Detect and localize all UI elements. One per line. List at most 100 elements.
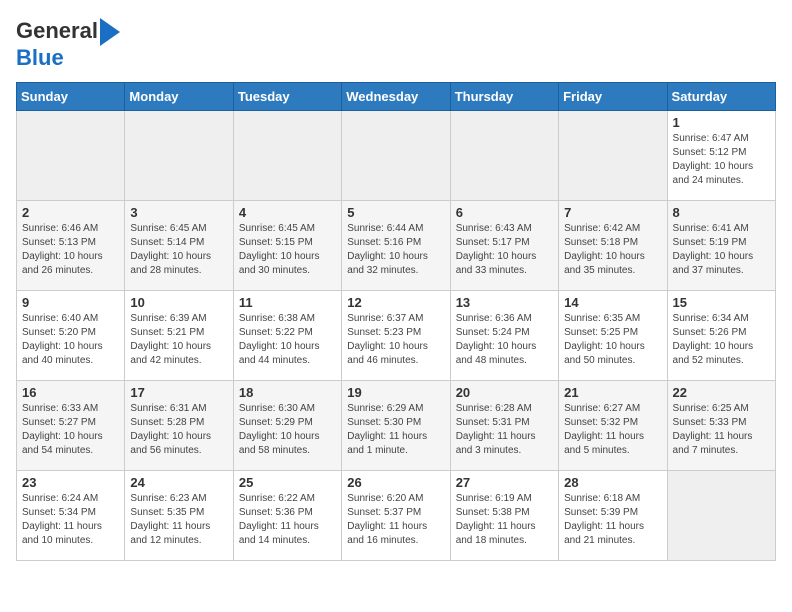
day-number: 13 [456, 295, 553, 310]
day-info: Sunrise: 6:35 AMSunset: 5:25 PMDaylight:… [564, 312, 661, 368]
day-info: Sunrise: 6:42 AMSunset: 5:18 PMDaylight:… [564, 222, 661, 278]
calendar-day-cell: 7 Sunrise: 6:42 AMSunset: 5:18 PMDaylight… [559, 201, 667, 291]
day-number: 20 [456, 385, 553, 400]
calendar-day-cell [667, 471, 775, 561]
calendar-day-cell: 20 Sunrise: 6:28 AMSunset: 5:31 PMDayligh… [450, 381, 558, 471]
day-info: Sunrise: 6:28 AMSunset: 5:31 PMDaylight:… [456, 402, 553, 458]
weekday-header-sunday: Sunday [17, 83, 125, 111]
day-number: 22 [673, 385, 770, 400]
day-number: 23 [22, 475, 119, 490]
weekday-header-row: SundayMondayTuesdayWednesdayThursdayFrid… [17, 83, 776, 111]
calendar-day-cell: 12 Sunrise: 6:37 AMSunset: 5:23 PMDayligh… [342, 291, 450, 381]
calendar-week-row: 9 Sunrise: 6:40 AMSunset: 5:20 PMDaylight… [17, 291, 776, 381]
day-number: 3 [130, 205, 227, 220]
calendar-day-cell: 18 Sunrise: 6:30 AMSunset: 5:29 PMDayligh… [233, 381, 341, 471]
weekday-header-tuesday: Tuesday [233, 83, 341, 111]
day-info: Sunrise: 6:44 AMSunset: 5:16 PMDaylight:… [347, 222, 444, 278]
day-info: Sunrise: 6:45 AMSunset: 5:14 PMDaylight:… [130, 222, 227, 278]
calendar-day-cell: 1 Sunrise: 6:47 AMSunset: 5:12 PMDaylight… [667, 111, 775, 201]
day-number: 28 [564, 475, 661, 490]
calendar-day-cell: 10 Sunrise: 6:39 AMSunset: 5:21 PMDayligh… [125, 291, 233, 381]
day-number: 19 [347, 385, 444, 400]
day-info: Sunrise: 6:33 AMSunset: 5:27 PMDaylight:… [22, 402, 119, 458]
calendar-week-row: 2 Sunrise: 6:46 AMSunset: 5:13 PMDaylight… [17, 201, 776, 291]
day-number: 15 [673, 295, 770, 310]
day-number: 17 [130, 385, 227, 400]
day-number: 2 [22, 205, 119, 220]
day-info: Sunrise: 6:30 AMSunset: 5:29 PMDaylight:… [239, 402, 336, 458]
calendar-day-cell: 14 Sunrise: 6:35 AMSunset: 5:25 PMDayligh… [559, 291, 667, 381]
day-number: 7 [564, 205, 661, 220]
calendar-day-cell [450, 111, 558, 201]
calendar-day-cell: 4 Sunrise: 6:45 AMSunset: 5:15 PMDaylight… [233, 201, 341, 291]
day-info: Sunrise: 6:20 AMSunset: 5:37 PMDaylight:… [347, 492, 444, 548]
day-number: 6 [456, 205, 553, 220]
calendar-day-cell [342, 111, 450, 201]
day-info: Sunrise: 6:36 AMSunset: 5:24 PMDaylight:… [456, 312, 553, 368]
day-number: 9 [22, 295, 119, 310]
calendar-day-cell: 9 Sunrise: 6:40 AMSunset: 5:20 PMDaylight… [17, 291, 125, 381]
calendar-day-cell: 16Sunrise: 6:33 AMSunset: 5:27 PMDayligh… [17, 381, 125, 471]
day-number: 10 [130, 295, 227, 310]
day-info: Sunrise: 6:18 AMSunset: 5:39 PMDaylight:… [564, 492, 661, 548]
calendar-day-cell: 3 Sunrise: 6:45 AMSunset: 5:14 PMDaylight… [125, 201, 233, 291]
calendar-day-cell: 23Sunrise: 6:24 AMSunset: 5:34 PMDayligh… [17, 471, 125, 561]
calendar-day-cell: 2 Sunrise: 6:46 AMSunset: 5:13 PMDaylight… [17, 201, 125, 291]
day-info: Sunrise: 6:22 AMSunset: 5:36 PMDaylight:… [239, 492, 336, 548]
weekday-header-wednesday: Wednesday [342, 83, 450, 111]
calendar-day-cell: 6 Sunrise: 6:43 AMSunset: 5:17 PMDaylight… [450, 201, 558, 291]
calendar-day-cell: 26 Sunrise: 6:20 AMSunset: 5:37 PMDayligh… [342, 471, 450, 561]
calendar-day-cell: 25 Sunrise: 6:22 AMSunset: 5:36 PMDayligh… [233, 471, 341, 561]
day-number: 8 [673, 205, 770, 220]
day-info: Sunrise: 6:37 AMSunset: 5:23 PMDaylight:… [347, 312, 444, 368]
day-number: 12 [347, 295, 444, 310]
day-info: Sunrise: 6:19 AMSunset: 5:38 PMDaylight:… [456, 492, 553, 548]
calendar-table: SundayMondayTuesdayWednesdayThursdayFrid… [16, 82, 776, 561]
calendar-day-cell: 11 Sunrise: 6:38 AMSunset: 5:22 PMDayligh… [233, 291, 341, 381]
calendar-day-cell [233, 111, 341, 201]
day-number: 5 [347, 205, 444, 220]
logo-text-general: General [16, 19, 98, 43]
day-info: Sunrise: 6:46 AMSunset: 5:13 PMDaylight:… [22, 222, 119, 278]
day-number: 21 [564, 385, 661, 400]
weekday-header-monday: Monday [125, 83, 233, 111]
day-number: 25 [239, 475, 336, 490]
day-info: Sunrise: 6:41 AMSunset: 5:19 PMDaylight:… [673, 222, 770, 278]
calendar-day-cell: 8 Sunrise: 6:41 AMSunset: 5:19 PMDaylight… [667, 201, 775, 291]
day-number: 24 [130, 475, 227, 490]
logo-text-blue: Blue [16, 45, 64, 70]
calendar-week-row: 1 Sunrise: 6:47 AMSunset: 5:12 PMDaylight… [17, 111, 776, 201]
calendar-day-cell: 5 Sunrise: 6:44 AMSunset: 5:16 PMDaylight… [342, 201, 450, 291]
day-info: Sunrise: 6:39 AMSunset: 5:21 PMDaylight:… [130, 312, 227, 368]
logo-arrow-icon [100, 18, 120, 46]
calendar-day-cell: 17 Sunrise: 6:31 AMSunset: 5:28 PMDayligh… [125, 381, 233, 471]
day-number: 26 [347, 475, 444, 490]
day-info: Sunrise: 6:31 AMSunset: 5:28 PMDaylight:… [130, 402, 227, 458]
calendar-week-row: 16Sunrise: 6:33 AMSunset: 5:27 PMDayligh… [17, 381, 776, 471]
calendar-day-cell: 21 Sunrise: 6:27 AMSunset: 5:32 PMDayligh… [559, 381, 667, 471]
calendar-day-cell: 13 Sunrise: 6:36 AMSunset: 5:24 PMDayligh… [450, 291, 558, 381]
day-info: Sunrise: 6:29 AMSunset: 5:30 PMDaylight:… [347, 402, 444, 458]
day-number: 18 [239, 385, 336, 400]
calendar-day-cell [17, 111, 125, 201]
day-info: Sunrise: 6:45 AMSunset: 5:15 PMDaylight:… [239, 222, 336, 278]
calendar-day-cell: 19 Sunrise: 6:29 AMSunset: 5:30 PMDayligh… [342, 381, 450, 471]
day-info: Sunrise: 6:40 AMSunset: 5:20 PMDaylight:… [22, 312, 119, 368]
calendar-day-cell: 28 Sunrise: 6:18 AMSunset: 5:39 PMDayligh… [559, 471, 667, 561]
calendar-day-cell: 22 Sunrise: 6:25 AMSunset: 5:33 PMDayligh… [667, 381, 775, 471]
day-number: 1 [673, 115, 770, 130]
day-info: Sunrise: 6:38 AMSunset: 5:22 PMDaylight:… [239, 312, 336, 368]
logo: General Blue [16, 16, 120, 70]
day-number: 4 [239, 205, 336, 220]
weekday-header-friday: Friday [559, 83, 667, 111]
calendar-week-row: 23Sunrise: 6:24 AMSunset: 5:34 PMDayligh… [17, 471, 776, 561]
day-number: 14 [564, 295, 661, 310]
day-info: Sunrise: 6:27 AMSunset: 5:32 PMDaylight:… [564, 402, 661, 458]
day-info: Sunrise: 6:23 AMSunset: 5:35 PMDaylight:… [130, 492, 227, 548]
day-number: 11 [239, 295, 336, 310]
calendar-day-cell [559, 111, 667, 201]
calendar-day-cell: 24 Sunrise: 6:23 AMSunset: 5:35 PMDayligh… [125, 471, 233, 561]
day-info: Sunrise: 6:43 AMSunset: 5:17 PMDaylight:… [456, 222, 553, 278]
day-info: Sunrise: 6:47 AMSunset: 5:12 PMDaylight:… [673, 132, 770, 188]
day-info: Sunrise: 6:25 AMSunset: 5:33 PMDaylight:… [673, 402, 770, 458]
